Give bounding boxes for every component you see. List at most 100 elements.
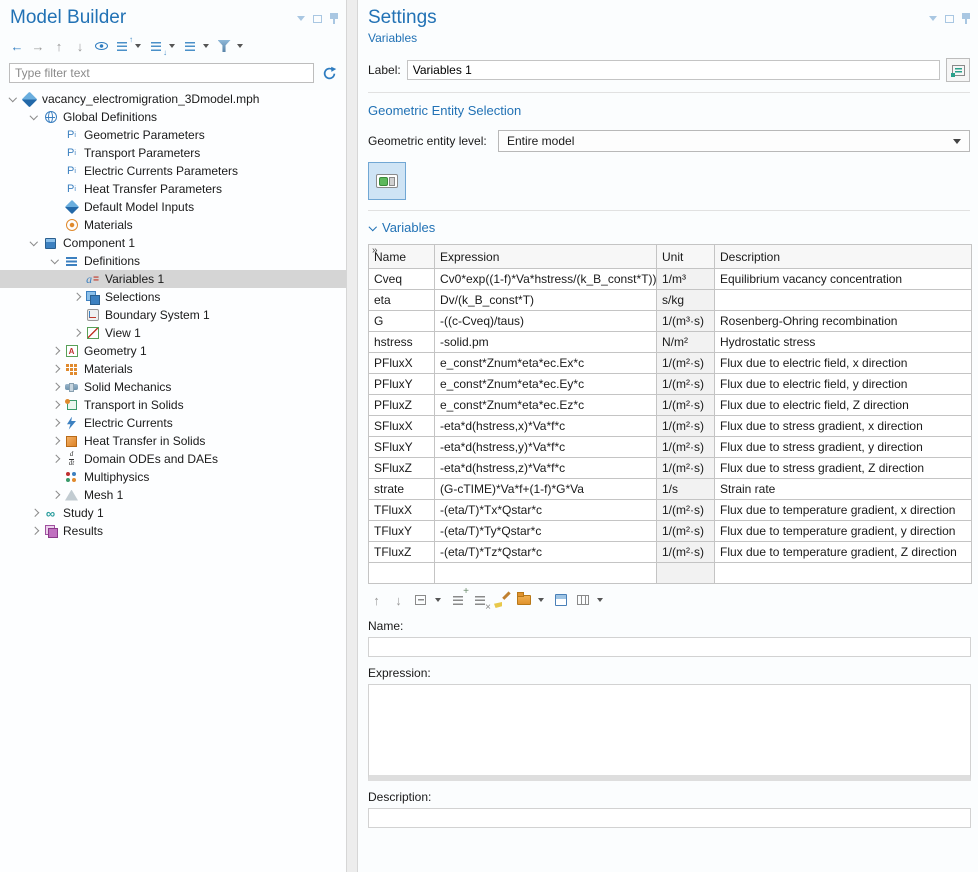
cell-expression[interactable]: e_const*Znum*eta*ec.Ey*c bbox=[435, 374, 657, 395]
float-icon[interactable] bbox=[313, 15, 322, 23]
tree-item-solid-mechanics[interactable]: Solid Mechanics bbox=[0, 378, 346, 396]
cell-name[interactable]: G bbox=[369, 311, 435, 332]
chevron-collapsed-icon[interactable] bbox=[47, 379, 63, 395]
cell-expression[interactable]: (G-cTIME)*Va*f+(1-f)*G*Va bbox=[435, 479, 657, 500]
entity-level-select[interactable]: Entire model bbox=[498, 130, 970, 152]
move-to-icon[interactable] bbox=[412, 591, 429, 609]
delete-icon[interactable] bbox=[471, 591, 488, 609]
tree-item-results[interactable]: Results bbox=[0, 522, 346, 540]
column-header-expression[interactable]: Expression bbox=[435, 245, 657, 269]
cell-name[interactable]: PFluxY bbox=[369, 374, 435, 395]
move-down-icon[interactable]: ↓ bbox=[390, 591, 407, 609]
name-input[interactable] bbox=[368, 637, 971, 657]
cell-expression[interactable]: -(eta/T)*Tz*Qstar*c bbox=[435, 542, 657, 563]
move-up-icon[interactable]: ↑ bbox=[50, 37, 68, 55]
chevron-expanded-icon[interactable] bbox=[5, 91, 21, 107]
tree-item-study-1[interactable]: ∞Study 1 bbox=[0, 504, 346, 522]
dropdown-caret[interactable] bbox=[203, 44, 209, 48]
pin-icon[interactable] bbox=[962, 13, 970, 24]
float-icon[interactable] bbox=[945, 15, 954, 23]
table-columns-icon[interactable] bbox=[574, 591, 591, 609]
cell-expression[interactable]: -(eta/T)*Tx*Qstar*c bbox=[435, 500, 657, 521]
expand-all-icon[interactable] bbox=[147, 37, 165, 55]
tree-item-definitions[interactable]: Definitions bbox=[0, 252, 346, 270]
cell-expression[interactable]: -eta*d(hstress,x)*Va*f*c bbox=[435, 416, 657, 437]
cell-unit[interactable]: N/m² bbox=[657, 332, 715, 353]
chevron-collapsed-icon[interactable] bbox=[47, 433, 63, 449]
tree-item-default-model-inputs[interactable]: Default Model Inputs bbox=[0, 198, 346, 216]
cell-expression[interactable]: -((c-Cveq)/taus) bbox=[435, 311, 657, 332]
cell-expression[interactable] bbox=[435, 563, 657, 584]
tree-item-domain-odes-and-daes[interactable]: ddtDomain ODEs and DAEs bbox=[0, 450, 346, 468]
column-header-name[interactable]: »Name bbox=[369, 245, 435, 269]
forward-icon[interactable]: → bbox=[29, 37, 47, 55]
chevron-collapsed-icon[interactable] bbox=[47, 451, 63, 467]
cell-description[interactable]: Flux due to temperature gradient, x dire… bbox=[715, 500, 972, 521]
chevron-expanded-icon[interactable] bbox=[26, 235, 42, 251]
cell-unit[interactable]: s/kg bbox=[657, 290, 715, 311]
tree-item-mesh-1[interactable]: Mesh 1 bbox=[0, 486, 346, 504]
variables-section-header[interactable]: Variables bbox=[368, 220, 970, 235]
tree-item-view-1[interactable]: View 1 bbox=[0, 324, 346, 342]
cell-description[interactable]: Flux due to electric field, y direction bbox=[715, 374, 972, 395]
chevron-collapsed-icon[interactable] bbox=[47, 397, 63, 413]
filter-input[interactable] bbox=[9, 63, 314, 83]
chevron-collapsed-icon[interactable] bbox=[47, 487, 63, 503]
show-icon[interactable] bbox=[92, 37, 110, 55]
cell-name[interactable]: SFluxZ bbox=[369, 458, 435, 479]
chevron-collapsed-icon[interactable] bbox=[47, 415, 63, 431]
cell-description[interactable] bbox=[715, 563, 972, 584]
dropdown-caret[interactable] bbox=[538, 598, 544, 602]
cell-expression[interactable]: Dv/(k_B_const*T) bbox=[435, 290, 657, 311]
cell-expression[interactable]: -eta*d(hstress,z)*Va*f*c bbox=[435, 458, 657, 479]
refresh-icon[interactable] bbox=[320, 64, 338, 82]
dropdown-caret[interactable] bbox=[597, 598, 603, 602]
cell-description[interactable]: Flux due to electric field, x direction bbox=[715, 353, 972, 374]
tree-item-electric-currents[interactable]: Electric Currents bbox=[0, 414, 346, 432]
chevron-collapsed-icon[interactable] bbox=[68, 325, 84, 341]
rename-button[interactable] bbox=[946, 58, 970, 82]
collapse-all-icon[interactable] bbox=[113, 37, 131, 55]
cell-description[interactable]: Hydrostatic stress bbox=[715, 332, 972, 353]
cell-description[interactable]: Flux due to stress gradient, y direction bbox=[715, 437, 972, 458]
pin-icon[interactable] bbox=[330, 13, 338, 24]
cell-unit[interactable]: 1/(m²·s) bbox=[657, 437, 715, 458]
dropdown-caret[interactable] bbox=[135, 44, 141, 48]
tree-item-selections[interactable]: Selections bbox=[0, 288, 346, 306]
chevron-collapsed-icon[interactable] bbox=[26, 523, 42, 539]
cell-name[interactable]: strate bbox=[369, 479, 435, 500]
cell-expression[interactable]: Cv0*exp((1-f)*Va*hstress/(k_B_const*T)) bbox=[435, 269, 657, 290]
cell-description[interactable]: Flux due to electric field, Z direction bbox=[715, 395, 972, 416]
tree-item-root-mph[interactable]: vacancy_electromigration_3Dmodel.mph bbox=[0, 90, 346, 108]
cell-name[interactable]: hstress bbox=[369, 332, 435, 353]
cell-description[interactable]: Flux due to stress gradient, Z direction bbox=[715, 458, 972, 479]
tree-item-transport-parameters[interactable]: PiTransport Parameters bbox=[0, 144, 346, 162]
clear-icon[interactable] bbox=[493, 591, 510, 609]
tree-item-electric-currents-parameters[interactable]: PiElectric Currents Parameters bbox=[0, 162, 346, 180]
cell-description[interactable]: Flux due to stress gradient, x direction bbox=[715, 416, 972, 437]
cell-unit[interactable]: 1/(m²·s) bbox=[657, 353, 715, 374]
back-icon[interactable]: ← bbox=[8, 37, 26, 55]
tree-item-multiphysics[interactable]: Multiphysics bbox=[0, 468, 346, 486]
cell-description[interactable]: Equilibrium vacancy concentration bbox=[715, 269, 972, 290]
node-text-icon[interactable] bbox=[181, 37, 199, 55]
tree-item-variables-1[interactable]: a=Variables 1 bbox=[0, 270, 346, 288]
tree-item-boundary-system-1[interactable]: Boundary System 1 bbox=[0, 306, 346, 324]
cell-name[interactable] bbox=[369, 563, 435, 584]
filter-icon[interactable] bbox=[215, 37, 233, 55]
add-icon[interactable] bbox=[449, 591, 466, 609]
show-more-icon[interactable]: » bbox=[372, 245, 378, 256]
cell-name[interactable]: Cveq bbox=[369, 269, 435, 290]
expression-input[interactable] bbox=[368, 684, 971, 781]
column-header-unit[interactable]: Unit bbox=[657, 245, 715, 269]
tree-item-geometric-parameters[interactable]: PiGeometric Parameters bbox=[0, 126, 346, 144]
tree-item-geometry-1[interactable]: Geometry 1 bbox=[0, 342, 346, 360]
load-icon[interactable] bbox=[515, 591, 532, 609]
cell-unit[interactable]: 1/s bbox=[657, 479, 715, 500]
cell-unit[interactable]: 1/(m²·s) bbox=[657, 521, 715, 542]
chevron-collapsed-icon[interactable] bbox=[26, 505, 42, 521]
dropdown-caret[interactable] bbox=[237, 44, 243, 48]
cell-unit[interactable]: 1/(m³·s) bbox=[657, 311, 715, 332]
hide-caret-icon[interactable] bbox=[297, 16, 305, 21]
cell-expression[interactable]: e_const*Znum*eta*ec.Ex*c bbox=[435, 353, 657, 374]
